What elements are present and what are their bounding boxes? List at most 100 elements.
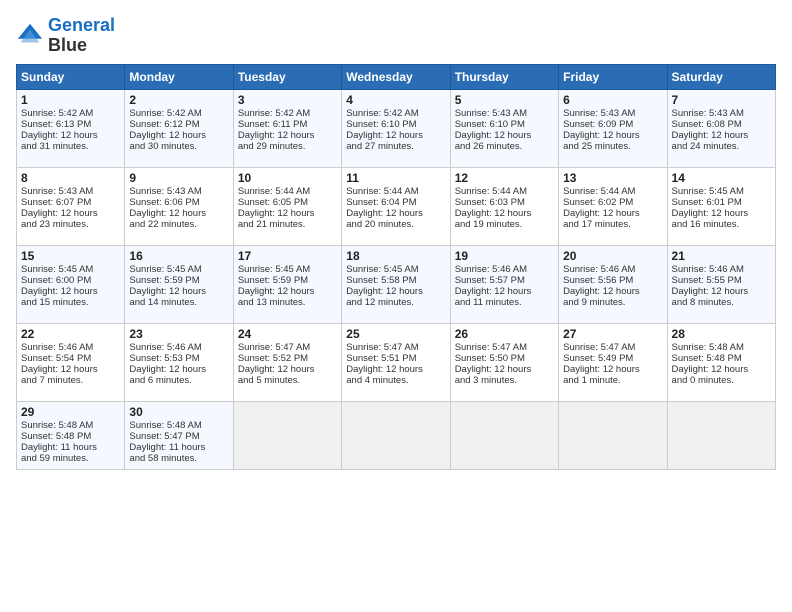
day-cell-11: 11Sunrise: 5:44 AMSunset: 6:04 PMDayligh… <box>342 167 450 245</box>
day-info: Daylight: 12 hours <box>563 286 662 297</box>
day-info: Sunrise: 5:44 AM <box>346 186 445 197</box>
day-number: 15 <box>21 249 120 263</box>
day-cell-5: 5Sunrise: 5:43 AMSunset: 6:10 PMDaylight… <box>450 89 558 167</box>
day-cell-18: 18Sunrise: 5:45 AMSunset: 5:58 PMDayligh… <box>342 245 450 323</box>
day-number: 16 <box>129 249 228 263</box>
day-info: Sunset: 5:47 PM <box>129 431 228 442</box>
day-info: and 8 minutes. <box>672 297 771 308</box>
day-cell-30: 30Sunrise: 5:48 AMSunset: 5:47 PMDayligh… <box>125 401 233 469</box>
logo-text: GeneralBlue <box>48 16 115 56</box>
day-info: and 15 minutes. <box>21 297 120 308</box>
day-number: 17 <box>238 249 337 263</box>
day-info: Sunrise: 5:46 AM <box>563 264 662 275</box>
day-cell-12: 12Sunrise: 5:44 AMSunset: 6:03 PMDayligh… <box>450 167 558 245</box>
empty-cell <box>450 401 558 469</box>
day-info: Daylight: 12 hours <box>672 208 771 219</box>
empty-cell <box>667 401 775 469</box>
day-info: Sunset: 5:57 PM <box>455 275 554 286</box>
week-row-4: 22Sunrise: 5:46 AMSunset: 5:54 PMDayligh… <box>17 323 776 401</box>
day-info: Sunset: 6:04 PM <box>346 197 445 208</box>
day-number: 29 <box>21 405 120 419</box>
day-cell-23: 23Sunrise: 5:46 AMSunset: 5:53 PMDayligh… <box>125 323 233 401</box>
day-number: 30 <box>129 405 228 419</box>
day-number: 26 <box>455 327 554 341</box>
day-info: Daylight: 12 hours <box>346 208 445 219</box>
day-info: Daylight: 12 hours <box>563 364 662 375</box>
day-number: 20 <box>563 249 662 263</box>
day-info: Daylight: 12 hours <box>21 208 120 219</box>
day-info: and 20 minutes. <box>346 219 445 230</box>
day-cell-17: 17Sunrise: 5:45 AMSunset: 5:59 PMDayligh… <box>233 245 341 323</box>
day-info: Sunrise: 5:47 AM <box>238 342 337 353</box>
day-info: Daylight: 12 hours <box>129 286 228 297</box>
day-number: 10 <box>238 171 337 185</box>
day-cell-26: 26Sunrise: 5:47 AMSunset: 5:50 PMDayligh… <box>450 323 558 401</box>
day-number: 9 <box>129 171 228 185</box>
day-info: Sunrise: 5:45 AM <box>129 264 228 275</box>
day-info: and 21 minutes. <box>238 219 337 230</box>
day-cell-29: 29Sunrise: 5:48 AMSunset: 5:48 PMDayligh… <box>17 401 125 469</box>
page-header: GeneralBlue <box>16 16 776 56</box>
day-cell-22: 22Sunrise: 5:46 AMSunset: 5:54 PMDayligh… <box>17 323 125 401</box>
day-info: Sunset: 5:51 PM <box>346 353 445 364</box>
day-info: and 12 minutes. <box>346 297 445 308</box>
day-info: Sunrise: 5:42 AM <box>129 108 228 119</box>
day-cell-3: 3Sunrise: 5:42 AMSunset: 6:11 PMDaylight… <box>233 89 341 167</box>
day-info: Sunset: 6:10 PM <box>455 119 554 130</box>
day-info: Daylight: 12 hours <box>129 364 228 375</box>
day-cell-25: 25Sunrise: 5:47 AMSunset: 5:51 PMDayligh… <box>342 323 450 401</box>
day-info: Sunset: 6:08 PM <box>672 119 771 130</box>
logo: GeneralBlue <box>16 16 115 56</box>
day-info: and 1 minute. <box>563 375 662 386</box>
col-thursday: Thursday <box>450 64 558 89</box>
empty-cell <box>342 401 450 469</box>
day-cell-7: 7Sunrise: 5:43 AMSunset: 6:08 PMDaylight… <box>667 89 775 167</box>
day-info: Sunrise: 5:45 AM <box>238 264 337 275</box>
day-info: Daylight: 11 hours <box>21 442 120 453</box>
day-info: and 58 minutes. <box>129 453 228 464</box>
day-info: Daylight: 12 hours <box>672 130 771 141</box>
day-info: Sunrise: 5:42 AM <box>238 108 337 119</box>
week-row-2: 8Sunrise: 5:43 AMSunset: 6:07 PMDaylight… <box>17 167 776 245</box>
day-info: Sunset: 5:55 PM <box>672 275 771 286</box>
day-info: Sunset: 5:50 PM <box>455 353 554 364</box>
col-wednesday: Wednesday <box>342 64 450 89</box>
day-info: Sunrise: 5:46 AM <box>129 342 228 353</box>
day-info: Sunrise: 5:48 AM <box>21 420 120 431</box>
day-cell-21: 21Sunrise: 5:46 AMSunset: 5:55 PMDayligh… <box>667 245 775 323</box>
day-info: and 5 minutes. <box>238 375 337 386</box>
day-info: Daylight: 12 hours <box>346 130 445 141</box>
day-number: 2 <box>129 93 228 107</box>
day-cell-19: 19Sunrise: 5:46 AMSunset: 5:57 PMDayligh… <box>450 245 558 323</box>
day-info: and 23 minutes. <box>21 219 120 230</box>
day-info: Sunrise: 5:43 AM <box>455 108 554 119</box>
day-info: Sunset: 5:48 PM <box>21 431 120 442</box>
day-info: Daylight: 12 hours <box>346 364 445 375</box>
day-info: and 59 minutes. <box>21 453 120 464</box>
day-info: and 30 minutes. <box>129 141 228 152</box>
day-info: Daylight: 12 hours <box>563 130 662 141</box>
day-info: Sunrise: 5:44 AM <box>455 186 554 197</box>
day-number: 19 <box>455 249 554 263</box>
header-row: Sunday Monday Tuesday Wednesday Thursday… <box>17 64 776 89</box>
day-info: Daylight: 11 hours <box>129 442 228 453</box>
day-info: Sunrise: 5:45 AM <box>21 264 120 275</box>
day-info: Sunrise: 5:43 AM <box>21 186 120 197</box>
day-info: Sunset: 6:11 PM <box>238 119 337 130</box>
day-info: Sunrise: 5:42 AM <box>21 108 120 119</box>
day-info: Sunrise: 5:45 AM <box>672 186 771 197</box>
day-number: 7 <box>672 93 771 107</box>
day-info: Daylight: 12 hours <box>672 286 771 297</box>
day-number: 28 <box>672 327 771 341</box>
day-info: Sunset: 6:09 PM <box>563 119 662 130</box>
day-info: and 26 minutes. <box>455 141 554 152</box>
empty-cell <box>559 401 667 469</box>
day-number: 6 <box>563 93 662 107</box>
day-number: 18 <box>346 249 445 263</box>
day-info: Sunrise: 5:44 AM <box>563 186 662 197</box>
week-row-3: 15Sunrise: 5:45 AMSunset: 6:00 PMDayligh… <box>17 245 776 323</box>
day-info: Daylight: 12 hours <box>238 208 337 219</box>
day-cell-1: 1Sunrise: 5:42 AMSunset: 6:13 PMDaylight… <box>17 89 125 167</box>
day-info: and 25 minutes. <box>563 141 662 152</box>
day-info: and 24 minutes. <box>672 141 771 152</box>
